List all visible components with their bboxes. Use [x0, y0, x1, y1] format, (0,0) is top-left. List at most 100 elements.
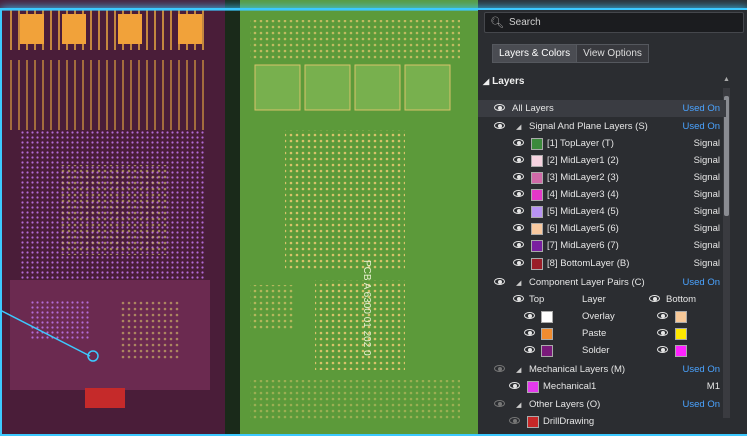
visibility-eye-icon[interactable] [512, 155, 526, 165]
pair-layer-label: Paste [582, 328, 607, 339]
visibility-eye-off-icon[interactable] [493, 364, 507, 374]
visibility-eye-icon[interactable] [493, 103, 507, 113]
mechanical-group-label: Mechanical Layers (M) [529, 364, 626, 375]
section-title: Layers [492, 76, 525, 87]
layer-label: [4] MidLayer3 (4) [547, 189, 619, 200]
used-on-link[interactable]: Used On [683, 364, 721, 375]
color-swatch[interactable] [531, 155, 543, 167]
color-swatch[interactable] [531, 206, 543, 218]
visibility-eye-icon[interactable] [523, 328, 537, 338]
row-component-pair[interactable]: Solder [478, 342, 726, 359]
visibility-eye-icon[interactable] [493, 121, 507, 131]
row-other-group[interactable]: ◢ Other Layers (O) Used On [478, 396, 726, 413]
bottom-color-swatch[interactable] [675, 345, 687, 357]
visibility-eye-icon[interactable] [508, 381, 522, 391]
row-layer[interactable]: [1] TopLayer (T) Signal [478, 135, 726, 152]
bottom-color-swatch[interactable] [675, 311, 687, 323]
header-bottom: Bottom [666, 294, 697, 305]
visibility-eye-off-icon[interactable] [508, 416, 522, 426]
used-on-link[interactable]: Used On [683, 121, 721, 132]
row-layer[interactable]: [4] MidLayer3 (4) Signal [478, 186, 726, 203]
row-layer[interactable]: [7] MidLayer6 (7) Signal [478, 237, 726, 254]
collapse-triangle-icon: ◢ [483, 77, 490, 86]
tab-bar: Layers & Colors View Options [492, 44, 649, 63]
header-top: Top [529, 294, 545, 305]
search-input[interactable]: Search [509, 17, 541, 28]
pair-layer-label: Overlay [582, 311, 615, 322]
visibility-eye-icon[interactable] [656, 311, 670, 321]
all-layers-label: All Layers [512, 103, 554, 114]
layer-label: [8] BottomLayer (B) [547, 258, 630, 269]
row-layer[interactable]: [3] MidLayer2 (3) Signal [478, 169, 726, 186]
color-swatch[interactable] [531, 172, 543, 184]
layer-type: Signal [693, 189, 720, 200]
layer-type: Signal [693, 240, 720, 251]
layer-type: M1 [706, 381, 720, 392]
used-on-link[interactable]: Used On [683, 277, 721, 288]
color-swatch[interactable] [531, 189, 543, 201]
layer-type: Signal [693, 138, 720, 149]
row-layer[interactable]: [8] BottomLayer (B) Signal [478, 255, 726, 272]
color-swatch[interactable] [531, 240, 543, 252]
visibility-eye-icon[interactable] [512, 294, 526, 304]
visibility-eye-icon[interactable] [523, 345, 537, 355]
tab-view-options[interactable]: View Options [576, 44, 649, 63]
visibility-eye-icon[interactable] [512, 172, 526, 182]
top-color-swatch[interactable] [541, 345, 553, 357]
color-swatch[interactable] [531, 258, 543, 270]
pair-layer-label: Solder [582, 345, 610, 356]
layers-panel: 🔍︎ Search Layers & Colors View Options ◢… [478, 0, 747, 436]
visibility-eye-icon[interactable] [648, 294, 662, 304]
color-swatch[interactable] [527, 381, 539, 393]
layer-type: Signal [693, 155, 720, 166]
color-swatch[interactable] [527, 416, 539, 428]
search-box[interactable]: 🔍︎ Search [484, 12, 744, 33]
expand-triangle-icon[interactable]: ◢ [516, 123, 521, 131]
row-component-pair[interactable]: Paste [478, 325, 726, 342]
visibility-eye-icon[interactable] [512, 223, 526, 233]
row-layer[interactable]: [2] MidLayer1 (2) Signal [478, 152, 726, 169]
expand-triangle-icon[interactable]: ◢ [516, 279, 521, 287]
layer-label: [5] MidLayer4 (5) [547, 206, 619, 217]
bottom-color-swatch[interactable] [675, 328, 687, 340]
layer-label: [1] TopLayer (T) [547, 138, 614, 149]
visibility-eye-off-icon[interactable] [493, 399, 507, 409]
signal-group-label: Signal And Plane Layers (S) [529, 121, 648, 132]
scroll-up-icon[interactable]: ▲ [723, 76, 730, 86]
component-group-label: Component Layer Pairs (C) [529, 277, 645, 288]
color-swatch[interactable] [531, 223, 543, 235]
visibility-eye-icon[interactable] [512, 240, 526, 250]
layer-type: Signal [693, 223, 720, 234]
visibility-eye-icon[interactable] [512, 206, 526, 216]
visibility-eye-icon[interactable] [656, 328, 670, 338]
row-signal-group[interactable]: ◢ Signal And Plane Layers (S) Used On [478, 118, 726, 135]
row-component-group[interactable]: ◢ Component Layer Pairs (C) Used On [478, 274, 726, 291]
visibility-eye-icon[interactable] [493, 277, 507, 287]
header-layer: Layer [582, 294, 606, 305]
row-layer[interactable]: [6] MidLayer5 (6) Signal [478, 220, 726, 237]
layer-label: [6] MidLayer5 (6) [547, 223, 619, 234]
expand-triangle-icon[interactable]: ◢ [516, 401, 521, 409]
visibility-eye-icon[interactable] [512, 189, 526, 199]
visibility-eye-icon[interactable] [512, 258, 526, 268]
expand-triangle-icon[interactable]: ◢ [516, 366, 521, 374]
pcb-canvas[interactable]: PCB A 6300 01 202 0 [0, 0, 478, 436]
used-on-link[interactable]: Used On [683, 103, 721, 114]
tab-layers-colors[interactable]: Layers & Colors [492, 44, 578, 63]
color-swatch[interactable] [531, 138, 543, 150]
visibility-eye-icon[interactable] [512, 138, 526, 148]
row-component-pair[interactable]: Overlay [478, 308, 726, 325]
row-layer[interactable]: [5] MidLayer4 (5) Signal [478, 203, 726, 220]
visibility-eye-icon[interactable] [656, 345, 670, 355]
layer-label: [7] MidLayer6 (7) [547, 240, 619, 251]
layer-label: [3] MidLayer2 (3) [547, 172, 619, 183]
row-mechanical-group[interactable]: ◢ Mechanical Layers (M) Used On [478, 361, 726, 378]
top-color-swatch[interactable] [541, 328, 553, 340]
visibility-eye-icon[interactable] [523, 311, 537, 321]
row-layer[interactable]: Mechanical1 M1 [478, 378, 726, 395]
row-layer[interactable]: DrillDrawing [478, 413, 726, 430]
section-layers-header[interactable]: ◢ Layers [483, 76, 524, 87]
used-on-link[interactable]: Used On [683, 399, 721, 410]
row-all-layers[interactable]: All Layers Used On [478, 100, 726, 117]
top-color-swatch[interactable] [541, 311, 553, 323]
